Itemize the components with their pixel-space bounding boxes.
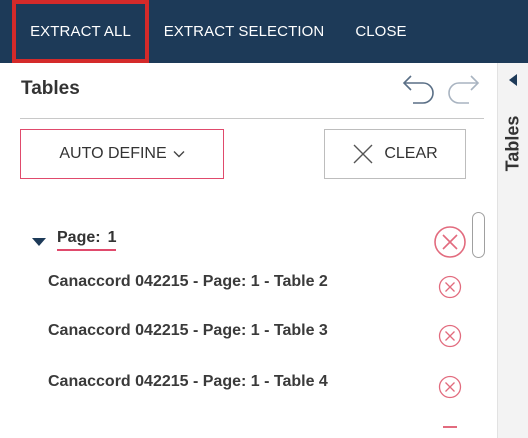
- caret-down-icon: [32, 238, 46, 246]
- scrollbar-thumb[interactable]: [472, 212, 485, 258]
- auto-define-label: AUTO DEFINE: [59, 145, 167, 162]
- close-x-icon: [353, 144, 373, 164]
- remove-table-icon[interactable]: [438, 275, 462, 299]
- remove-table-icon[interactable]: [438, 375, 462, 399]
- clear-label: CLEAR: [384, 145, 438, 162]
- panel-title: Tables: [21, 78, 80, 99]
- clear-button[interactable]: CLEAR: [324, 129, 466, 179]
- table-item[interactable]: Canaccord 042215 - Page: 1 - Table 3: [48, 322, 328, 340]
- table-item[interactable]: Canaccord 042215 - Page: 1 - Table 4: [48, 373, 328, 391]
- page-label: Page:: [57, 229, 101, 246]
- extract-selection-button[interactable]: EXTRACT SELECTION: [163, 0, 325, 63]
- collapse-arrow-icon[interactable]: [509, 74, 517, 86]
- page-group-toggle[interactable]: Page: 1: [32, 227, 117, 253]
- page-number: 1: [107, 229, 117, 246]
- partial-remove-icon: [443, 426, 457, 428]
- remove-page-icon[interactable]: [433, 225, 467, 259]
- close-button[interactable]: CLOSE: [345, 0, 417, 63]
- auto-define-button[interactable]: AUTO DEFINE: [20, 129, 224, 179]
- remove-table-icon[interactable]: [438, 324, 462, 348]
- chevron-down-icon: [173, 151, 185, 158]
- side-tab-label[interactable]: Tables: [498, 108, 528, 178]
- table-item[interactable]: Canaccord 042215 - Page: 1 - Table 2: [48, 273, 328, 291]
- top-toolbar: EXTRACT ALL EXTRACT SELECTION CLOSE: [0, 0, 528, 63]
- header-divider: [20, 118, 484, 119]
- redo-icon[interactable]: [443, 73, 483, 105]
- undo-icon[interactable]: [399, 73, 439, 105]
- page-group-label: Page: 1: [57, 229, 117, 251]
- extract-all-button[interactable]: EXTRACT ALL: [12, 0, 149, 63]
